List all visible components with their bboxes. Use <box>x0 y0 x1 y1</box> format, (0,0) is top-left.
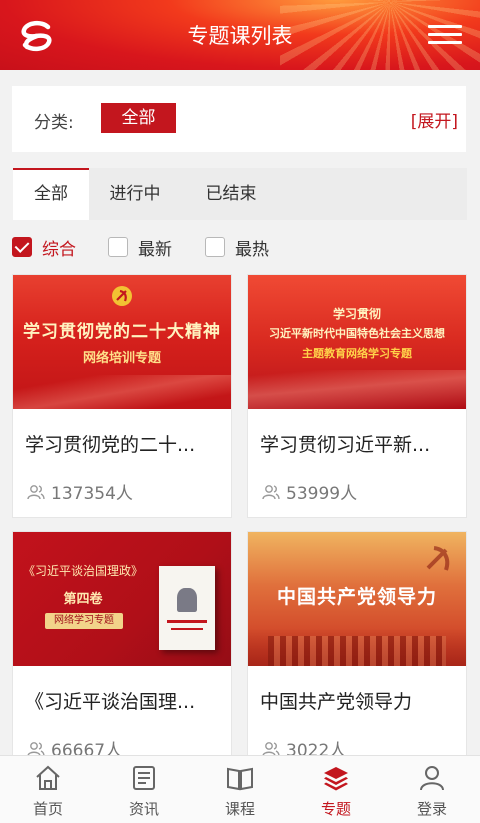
page-title: 专题课列表 <box>187 24 293 48</box>
topic-card[interactable]: 《习近平谈治国理政》 第四卷 网络学习专题 《习近平谈治国理... 66667人 <box>13 532 231 774</box>
layers-icon <box>324 767 348 791</box>
nav-login[interactable]: 登录 <box>384 756 480 823</box>
card-title[interactable]: 中国共产党领导力 <box>260 687 456 714</box>
banner-ribbon-decoration <box>248 370 466 409</box>
banner-line3: 网络学习专题 <box>45 613 123 629</box>
sort-hottest-label: 最热 <box>235 239 269 260</box>
topic-card[interactable]: 学习贯彻 习近平新时代中国特色社会主义思想 主题教育网络学习专题 学习贯彻习近平… <box>248 275 466 517</box>
banner-line2: 网络培训专题 <box>82 351 161 366</box>
banner-line2: 第四卷 <box>63 592 103 607</box>
nav-home-label: 首页 <box>32 800 63 818</box>
card-title[interactable]: 学习贯彻习近平新... <box>260 430 456 457</box>
topic-banner-image[interactable]: 中国共产党领导力 <box>248 532 466 666</box>
sort-newest[interactable]: 最新 <box>108 232 172 262</box>
participant-count: 53999人 <box>262 479 357 504</box>
participant-count: 137354人 <box>27 479 133 504</box>
sort-comprehensive[interactable]: 综合 <box>12 232 76 262</box>
nav-news-label: 资讯 <box>128 800 159 818</box>
banner-line1: 学习贯彻党的二十大精神 <box>23 322 221 342</box>
banner-line3: 主题教育网络学习专题 <box>302 347 412 360</box>
users-icon <box>27 484 45 499</box>
nav-topics-label: 专题 <box>320 800 351 818</box>
sort-comprehensive-label: 综合 <box>42 239 76 260</box>
user-icon <box>420 766 444 791</box>
topic-card[interactable]: 中国共产党领导力 中国共产党领导力 3022人 <box>248 532 466 774</box>
checkbox-icon[interactable] <box>205 237 225 257</box>
checkbox-checked-icon[interactable] <box>12 237 32 257</box>
sort-options: 综合 最新 最热 <box>12 232 466 262</box>
topic-banner-image[interactable]: 《习近平谈治国理政》 第四卷 网络学习专题 <box>13 532 231 666</box>
status-tabs: 全部 进行中 已结束 <box>13 168 467 220</box>
building-columns-decoration <box>268 636 446 666</box>
app-header: 专题课列表 <box>0 0 480 70</box>
book-icon <box>227 767 253 791</box>
users-icon <box>262 484 280 499</box>
category-label: 分类: <box>34 113 74 133</box>
topic-banner-image[interactable]: 学习贯彻 习近平新时代中国特色社会主义思想 主题教育网络学习专题 <box>248 275 466 409</box>
checkbox-icon[interactable] <box>108 237 128 257</box>
bottom-navigation: 首页 资讯 课程 专题 登录 <box>0 755 480 823</box>
banner-ribbon-decoration <box>13 375 231 409</box>
menu-icon[interactable] <box>428 25 462 45</box>
banner-line1: 《习近平谈治国理政》 <box>23 564 144 578</box>
sort-hottest[interactable]: 最热 <box>205 232 269 262</box>
tab-ongoing[interactable]: 进行中 <box>97 168 173 220</box>
banner-line1: 中国共产党领导力 <box>276 586 437 608</box>
nav-topics[interactable]: 专题 <box>288 756 384 823</box>
participant-count-value: 53999人 <box>286 484 358 504</box>
card-title[interactable]: 学习贯彻党的二十... <box>25 430 221 457</box>
category-all-button[interactable]: 全部 <box>101 103 176 133</box>
tab-all[interactable]: 全部 <box>13 168 89 220</box>
topic-banner-image[interactable]: 学习贯彻党的二十大精神 网络培训专题 <box>13 275 231 409</box>
topic-card[interactable]: 学习贯彻党的二十大精神 网络培训专题 学习贯彻党的二十... 137354人 <box>13 275 231 517</box>
expand-link[interactable]: [展开] <box>411 107 458 132</box>
sort-newest-label: 最新 <box>138 239 172 260</box>
home-icon <box>36 765 60 790</box>
nav-news[interactable]: 资讯 <box>96 756 192 823</box>
nav-home[interactable]: 首页 <box>0 756 96 823</box>
tab-ended[interactable]: 已结束 <box>193 168 269 220</box>
banner-line1: 学习贯彻 <box>332 307 381 321</box>
banner-line2: 习近平新时代中国特色社会主义思想 <box>269 327 445 340</box>
category-filter: 分类: 全部 [展开] <box>12 86 466 152</box>
nav-courses-label: 课程 <box>224 800 255 818</box>
nav-courses[interactable]: 课程 <box>192 756 288 823</box>
book-cover-image <box>159 566 215 650</box>
party-emblem-icon <box>112 286 132 306</box>
nav-login-label: 登录 <box>416 800 447 818</box>
participant-count-value: 137354人 <box>51 484 133 504</box>
news-icon <box>133 766 155 790</box>
party-emblem-icon <box>426 546 450 571</box>
card-title[interactable]: 《习近平谈治国理... <box>25 687 221 714</box>
